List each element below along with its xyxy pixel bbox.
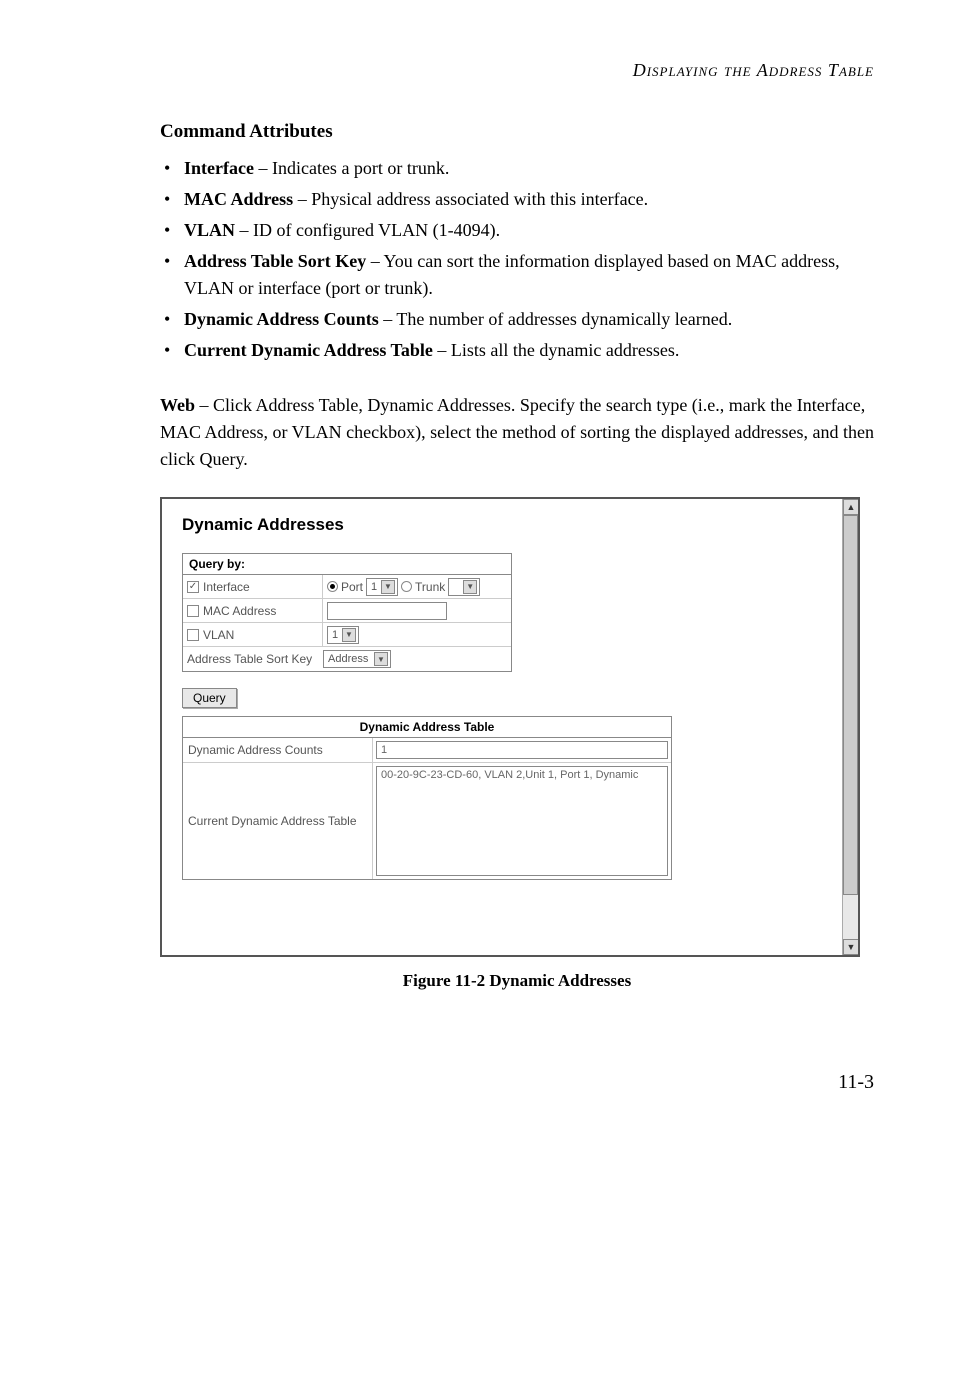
result-header: Dynamic Address Table	[183, 717, 671, 738]
term: Interface	[184, 158, 254, 178]
section-heading: Command Attributes	[160, 121, 874, 143]
list-item: Current Dynamic Address Table – Lists al…	[160, 337, 874, 364]
mac-label: MAC Address	[203, 604, 276, 618]
trunk-select[interactable]: ▼	[448, 578, 480, 596]
interface-label: Interface	[203, 580, 250, 594]
sort-label: Address Table Sort Key	[187, 652, 312, 666]
interface-checkbox[interactable]: ✓	[187, 581, 199, 593]
query-row-sort: Address Table Sort Key Address ▼	[183, 647, 511, 671]
desc: – Physical address associated with this …	[293, 189, 648, 209]
term: Address Table Sort Key	[184, 251, 366, 271]
result-row-counts: Dynamic Address Counts 1	[183, 738, 671, 763]
page-number: 11-3	[160, 1071, 874, 1094]
list-item: Dynamic Address Counts – The number of a…	[160, 306, 874, 333]
chevron-down-icon: ▼	[381, 580, 395, 594]
counts-value: 1	[376, 741, 668, 759]
para-rest: – Click Address Table, Dynamic Addresses…	[160, 395, 874, 469]
query-row-interface: ✓ Interface Port 1 ▼ Trunk ▼	[183, 575, 511, 599]
sort-select[interactable]: Address ▼	[323, 650, 391, 668]
mac-checkbox[interactable]	[187, 605, 199, 617]
body-paragraph: Web – Click Address Table, Dynamic Addre…	[160, 392, 874, 473]
sort-value: Address	[328, 653, 368, 665]
term: VLAN	[184, 220, 235, 240]
vlan-select[interactable]: 1 ▼	[327, 626, 359, 644]
list-item: Address Table Sort Key – You can sort th…	[160, 248, 874, 302]
screenshot-panel: Dynamic Addresses Query by: ✓ Interface …	[160, 497, 860, 957]
term: Dynamic Address Counts	[184, 309, 379, 329]
query-button[interactable]: Query	[182, 688, 237, 708]
list-item: MAC Address – Physical address associate…	[160, 186, 874, 213]
scroll-thumb[interactable]	[843, 515, 858, 895]
vlan-value: 1	[332, 629, 338, 641]
query-row-vlan: VLAN 1 ▼	[183, 623, 511, 647]
term: MAC Address	[184, 189, 293, 209]
query-header: Query by:	[183, 554, 511, 575]
port-radio[interactable]	[327, 581, 338, 592]
panel-title: Dynamic Addresses	[182, 515, 838, 535]
query-row-mac: MAC Address	[183, 599, 511, 623]
desc: – ID of configured VLAN (1-4094).	[235, 220, 500, 240]
trunk-radio[interactable]	[401, 581, 412, 592]
port-value: 1	[371, 581, 377, 593]
scroll-up-icon[interactable]: ▲	[843, 499, 859, 515]
vlan-label: VLAN	[203, 628, 234, 642]
figure-caption: Figure 11-2 Dynamic Addresses	[160, 971, 874, 991]
para-lead: Web	[160, 395, 195, 415]
running-head: Displaying the Address Table	[160, 60, 874, 81]
port-select[interactable]: 1 ▼	[366, 578, 398, 596]
counts-label: Dynamic Address Counts	[183, 738, 373, 762]
current-value: 00-20-9C-23-CD-60, VLAN 2,Unit 1, Port 1…	[376, 766, 668, 876]
scrollbar[interactable]: ▲ ▼	[842, 499, 858, 955]
term: Current Dynamic Address Table	[184, 340, 433, 360]
list-item: Interface – Indicates a port or trunk.	[160, 155, 874, 182]
desc: – Indicates a port or trunk.	[254, 158, 449, 178]
result-table: Dynamic Address Table Dynamic Address Co…	[182, 716, 672, 880]
current-label: Current Dynamic Address Table	[183, 763, 373, 879]
trunk-label: Trunk	[415, 580, 445, 594]
desc: – The number of addresses dynamically le…	[379, 309, 733, 329]
result-row-current: Current Dynamic Address Table 00-20-9C-2…	[183, 763, 671, 879]
desc: – Lists all the dynamic addresses.	[433, 340, 679, 360]
port-label: Port	[341, 580, 363, 594]
attribute-list: Interface – Indicates a port or trunk. M…	[160, 155, 874, 364]
chevron-down-icon: ▼	[342, 628, 356, 642]
mac-input[interactable]	[327, 602, 447, 620]
chevron-down-icon: ▼	[463, 580, 477, 594]
vlan-checkbox[interactable]	[187, 629, 199, 641]
scroll-down-icon[interactable]: ▼	[843, 939, 859, 955]
query-table: Query by: ✓ Interface Port 1 ▼ Trunk	[182, 553, 512, 672]
list-item: VLAN – ID of configured VLAN (1-4094).	[160, 217, 874, 244]
chevron-down-icon: ▼	[374, 652, 388, 666]
